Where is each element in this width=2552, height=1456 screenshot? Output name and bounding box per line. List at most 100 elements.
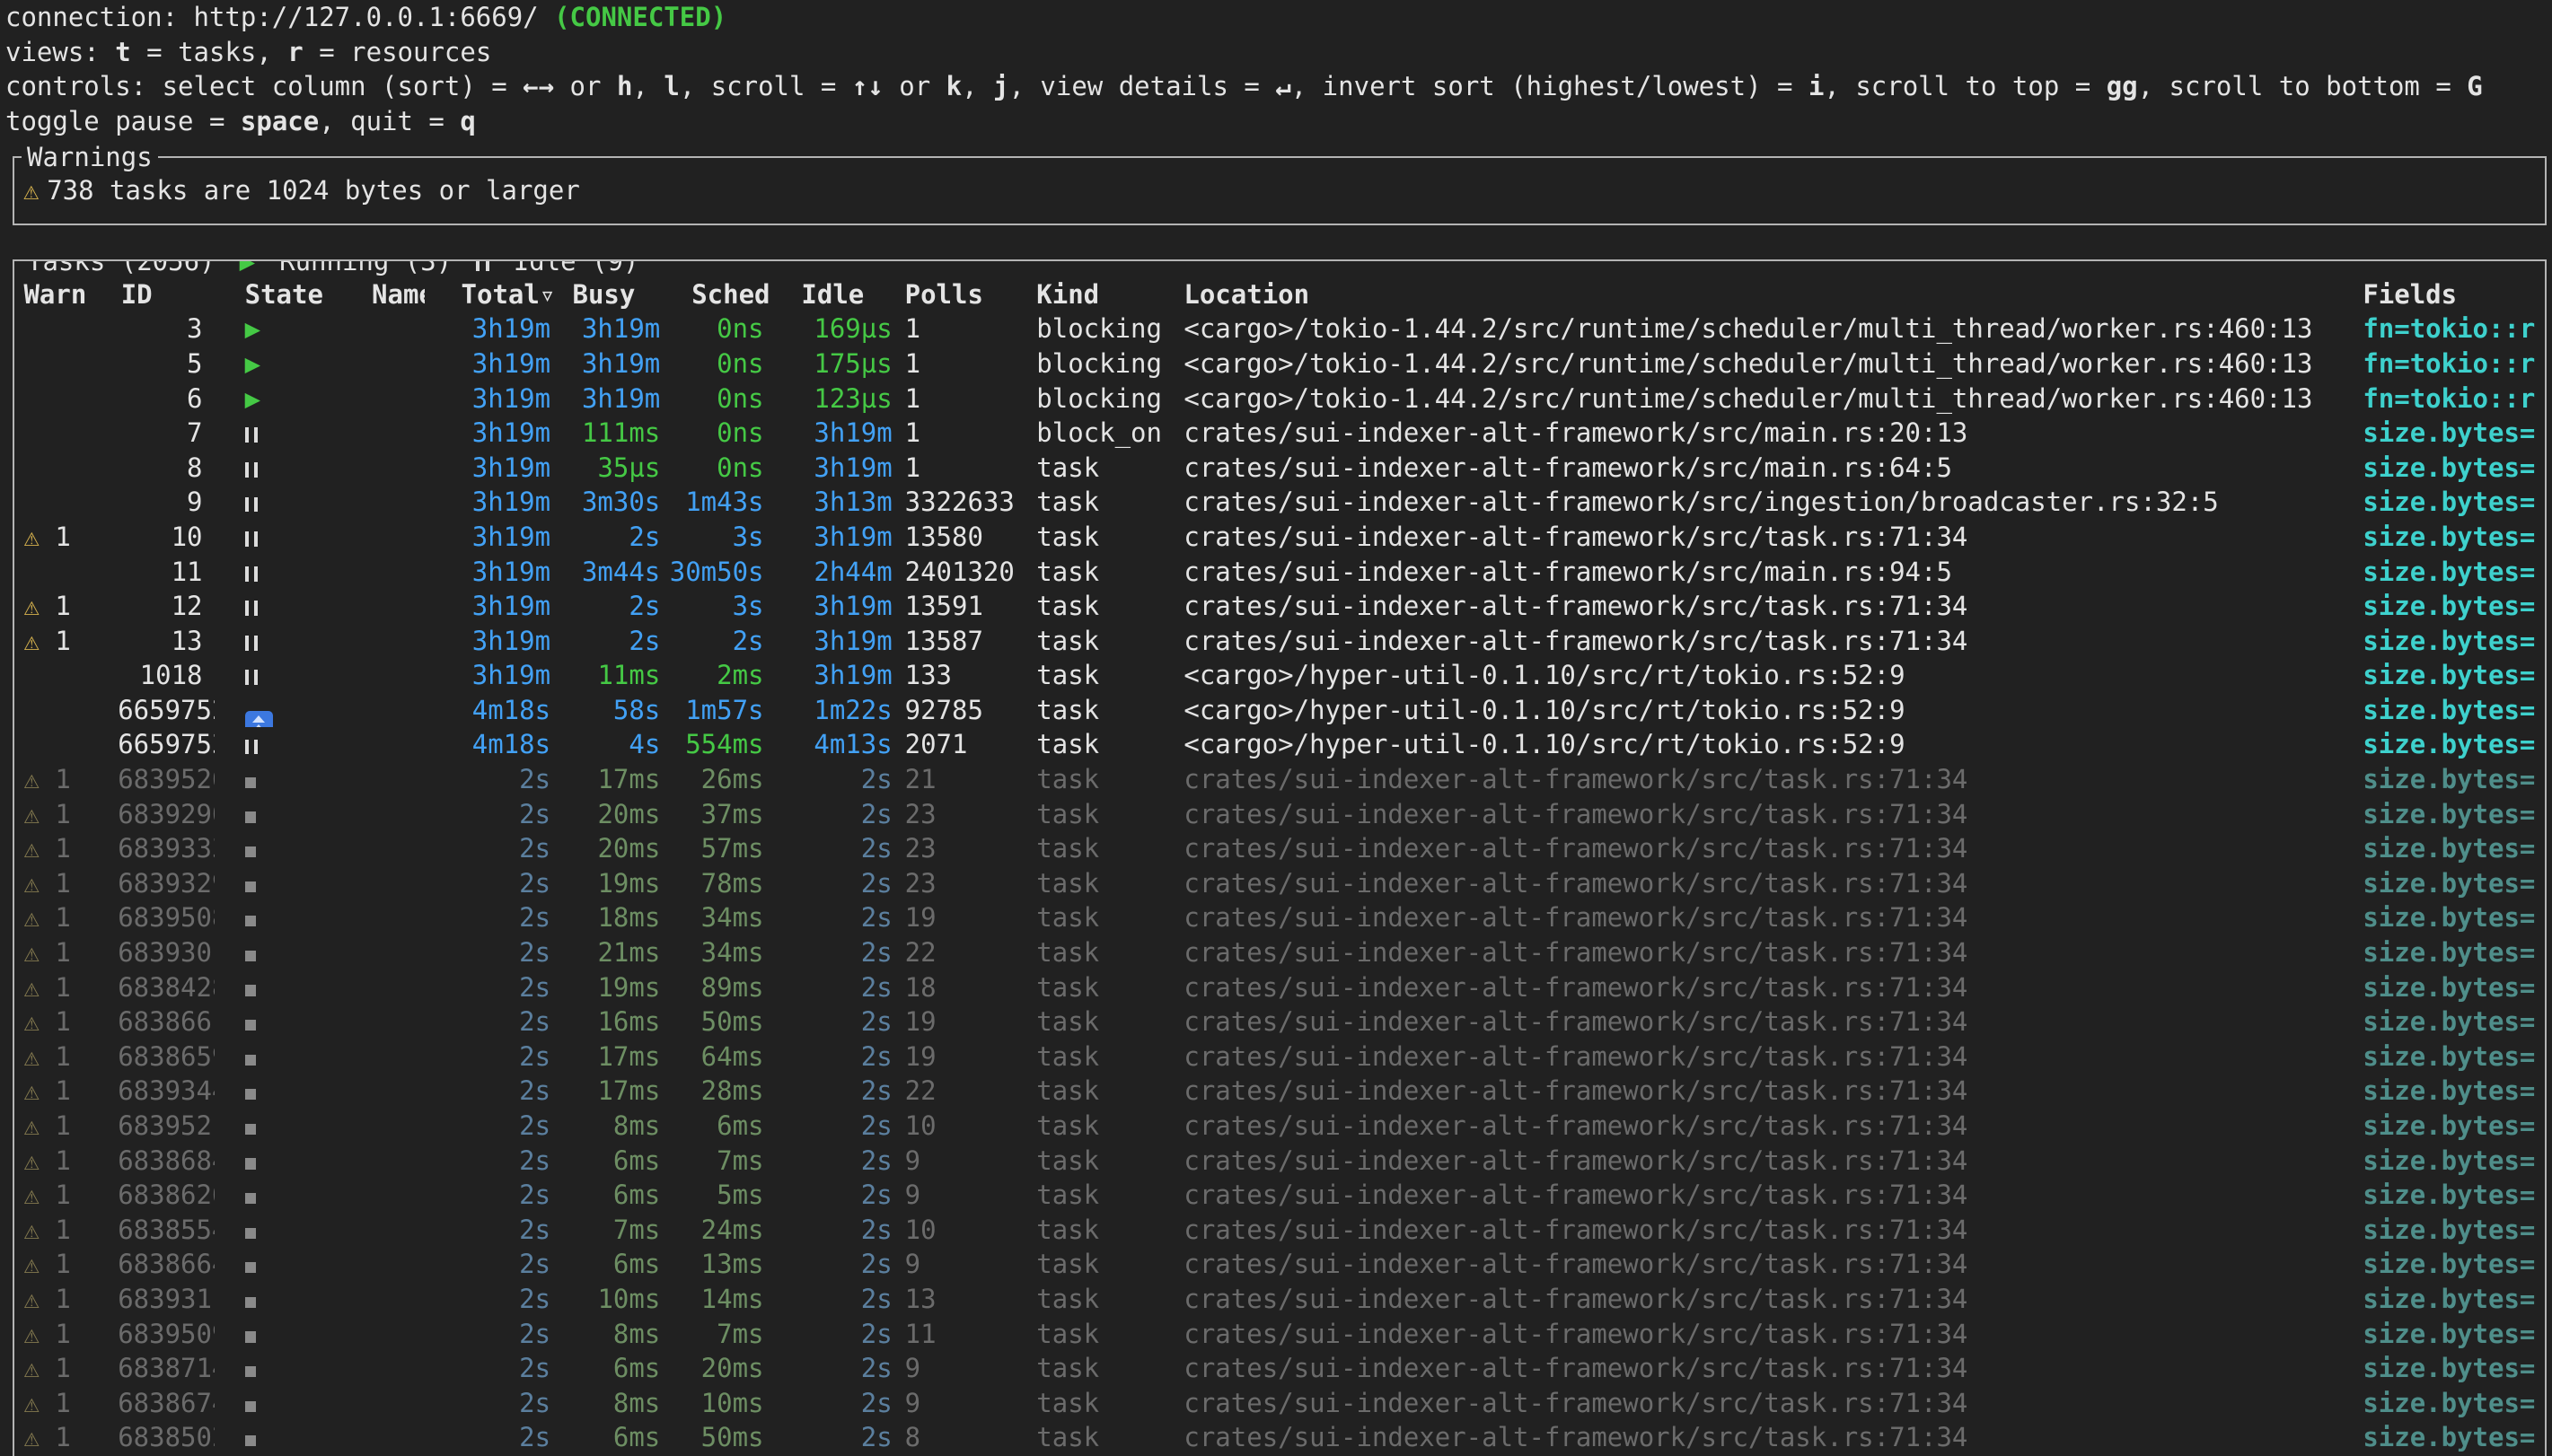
idle-duration: 2s — [861, 1110, 893, 1141]
task-row[interactable]: 5▶3h19m3h19m0ns175µs1blocking<cargo>/tok… — [14, 346, 2545, 382]
column-header-sched[interactable]: Sched — [665, 277, 785, 312]
task-row[interactable]: ⚠ 168393292s19ms78ms2s23taskcrates/sui-i… — [14, 866, 2545, 901]
task-row[interactable]: ⚠ 1133h19m2s2s3h19m13587taskcrates/sui-i… — [14, 624, 2545, 659]
sched-duration: 5ms — [717, 1180, 763, 1210]
task-row[interactable]: 66597534m18s4s554ms4m13s2071task<cargo>/… — [14, 727, 2545, 762]
column-header-idle[interactable]: Idle — [784, 277, 892, 312]
fields-value: size.bytes= — [2363, 1180, 2535, 1210]
task-row[interactable]: 10183h19m11ms2ms3h19m133task<cargo>/hype… — [14, 658, 2545, 693]
total-duration: 2s — [519, 868, 550, 899]
warning-count: 1 — [40, 1319, 71, 1349]
running-count-label: Running (3) — [279, 259, 452, 276]
idle-cell: 2s — [784, 1109, 892, 1144]
busy-duration: 6ms — [613, 1353, 660, 1383]
total-duration: 2s — [519, 764, 550, 794]
warning-count: 1 — [40, 1422, 71, 1452]
total-cell: 2s — [425, 1178, 557, 1213]
task-row[interactable]: ⚠ 168387142s6ms20ms2s9taskcrates/sui-ind… — [14, 1351, 2545, 1386]
task-row[interactable]: ⚠ 168393442s17ms28ms2s22taskcrates/sui-i… — [14, 1074, 2545, 1109]
column-header-location[interactable]: Location — [1171, 277, 2350, 312]
idle-duration: 2s — [861, 833, 893, 864]
task-row[interactable]: ⚠ 168386592s17ms64ms2s19taskcrates/sui-i… — [14, 1039, 2545, 1074]
column-header-kind[interactable]: Kind — [1024, 277, 1171, 312]
busy-cell: 8ms — [557, 1386, 664, 1421]
polls-cell: 1 — [893, 416, 1025, 451]
idle-cell: 2s — [784, 762, 892, 797]
polls-cell: 22 — [893, 1074, 1025, 1109]
kind-cell: blocking — [1024, 382, 1171, 417]
warning-count: 1 — [40, 1110, 71, 1141]
task-row[interactable]: ⚠ 168393332s20ms57ms2s23taskcrates/sui-i… — [14, 831, 2545, 866]
idle-duration: 3h13m — [814, 487, 892, 517]
task-row[interactable]: ⚠ 168395082s18ms34ms2s19taskcrates/sui-i… — [14, 900, 2545, 935]
idle-duration: 2s — [861, 1180, 893, 1210]
column-header-busy[interactable]: Busy — [557, 277, 664, 312]
task-row[interactable]: ⚠ 168395212s8ms6ms2s10taskcrates/sui-ind… — [14, 1109, 2545, 1144]
task-id-cell: 6 — [118, 382, 215, 417]
idle-duration: 3h19m — [814, 660, 892, 690]
name-cell — [338, 311, 426, 346]
task-row[interactable]: ⚠ 168386642s6ms13ms2s9taskcrates/sui-ind… — [14, 1247, 2545, 1282]
task-row[interactable]: ⚠ 168385022s6ms50ms2s8taskcrates/sui-ind… — [14, 1420, 2545, 1455]
woken-state-icon — [245, 711, 273, 728]
task-row[interactable]: 66597524m18s58s1m57s1m22s92785task<cargo… — [14, 693, 2545, 728]
idle-cell: 4m13s — [784, 727, 892, 762]
task-row[interactable]: 73h19m111ms0ns3h19m1block_oncrates/sui-i… — [14, 416, 2545, 451]
task-row[interactable]: 93h19m3m30s1m43s3h13m3322633taskcrates/s… — [14, 485, 2545, 520]
task-row[interactable]: ⚠ 168385542s7ms24ms2s10taskcrates/sui-in… — [14, 1213, 2545, 1248]
task-row[interactable]: ⚠ 168386742s8ms10ms2s9taskcrates/sui-ind… — [14, 1386, 2545, 1421]
polls-cell: 23 — [893, 831, 1025, 866]
column-header-fields[interactable]: Fields — [2350, 277, 2545, 312]
sched-cell: 3s — [665, 589, 785, 624]
task-row[interactable]: 6▶3h19m3h19m0ns123µs1blocking<cargo>/tok… — [14, 382, 2545, 417]
task-row[interactable]: ⚠ 168393112s10ms14ms2s13taskcrates/sui-i… — [14, 1282, 2545, 1317]
task-row[interactable]: 83h19m35µs0ns3h19m1taskcrates/sui-indexe… — [14, 451, 2545, 486]
task-row[interactable]: ⚠ 1123h19m2s3s3h19m13591taskcrates/sui-i… — [14, 589, 2545, 624]
task-row[interactable]: ⚠ 1103h19m2s3s3h19m13580taskcrates/sui-i… — [14, 520, 2545, 555]
task-row[interactable]: ⚠ 168393012s21ms34ms2s22taskcrates/sui-i… — [14, 935, 2545, 970]
text-segment: r — [287, 37, 303, 67]
idle-duration: 2s — [861, 1319, 893, 1349]
idle-cell: 2s — [784, 1420, 892, 1455]
column-header-total[interactable]: Total▿ — [425, 277, 557, 312]
warning-icon: ⚠ — [23, 1249, 39, 1279]
location-cell: crates/sui-indexer-alt-framework/src/tas… — [1171, 1109, 2350, 1144]
location-cell: crates/sui-indexer-alt-framework/src/tas… — [1171, 589, 2350, 624]
kind-cell: task — [1024, 762, 1171, 797]
busy-cell: 3h19m — [557, 382, 664, 417]
task-row[interactable]: ⚠ 168395092s8ms7ms2s11taskcrates/sui-ind… — [14, 1317, 2545, 1352]
column-header-warn[interactable]: Warn — [14, 277, 118, 312]
idle-cell: 3h19m — [784, 520, 892, 555]
task-row[interactable]: ⚠ 168384282s19ms89ms2s18taskcrates/sui-i… — [14, 970, 2545, 1005]
polls-cell: 1 — [893, 346, 1025, 382]
column-header-state[interactable]: State — [215, 277, 337, 312]
warn-cell — [14, 555, 118, 590]
connection-status-line: connection: http://127.0.0.1:6669/ (CONN… — [0, 0, 2552, 35]
task-row[interactable]: ⚠ 168386612s16ms50ms2s19taskcrates/sui-i… — [14, 1004, 2545, 1039]
column-header-name[interactable]: Name — [338, 277, 426, 312]
column-header-id[interactable]: ID — [118, 277, 215, 312]
idle-duration: 2h44m — [814, 557, 892, 587]
task-row[interactable]: 3▶3h19m3h19m0ns169µs1blocking<cargo>/tok… — [14, 311, 2545, 346]
fields-cell: size.bytes= — [2350, 451, 2545, 486]
location-cell: <cargo>/hyper-util-0.1.10/src/rt/tokio.r… — [1171, 658, 2350, 693]
busy-duration: 3h19m — [582, 348, 660, 379]
sched-duration: 64ms — [701, 1041, 764, 1072]
total-cell: 3h19m — [425, 589, 557, 624]
task-row[interactable]: ⚠ 168386842s6ms7ms2s9taskcrates/sui-inde… — [14, 1144, 2545, 1179]
state-cell — [215, 1004, 337, 1039]
total-duration: 2s — [519, 1319, 550, 1349]
fields-cell: size.bytes= — [2350, 727, 2545, 762]
total-duration: 2s — [519, 1075, 550, 1106]
column-header-polls[interactable]: Polls — [893, 277, 1025, 312]
task-row[interactable]: ⚠ 168392902s20ms37ms2s23taskcrates/sui-i… — [14, 797, 2545, 832]
task-row[interactable]: ⚠ 168395262s17ms26ms2s21taskcrates/sui-i… — [14, 762, 2545, 797]
busy-cell: 21ms — [557, 935, 664, 970]
text-segment: l — [664, 71, 679, 101]
text-segment: = tasks, — [131, 37, 288, 67]
task-row[interactable]: 113h19m3m44s30m50s2h44m2401320taskcrates… — [14, 555, 2545, 590]
idle-duration: 2s — [861, 1145, 893, 1176]
busy-duration: 3h19m — [582, 383, 660, 414]
fields-value: size.bytes= — [2363, 972, 2535, 1003]
task-row[interactable]: ⚠ 168386262s6ms5ms2s9taskcrates/sui-inde… — [14, 1178, 2545, 1213]
